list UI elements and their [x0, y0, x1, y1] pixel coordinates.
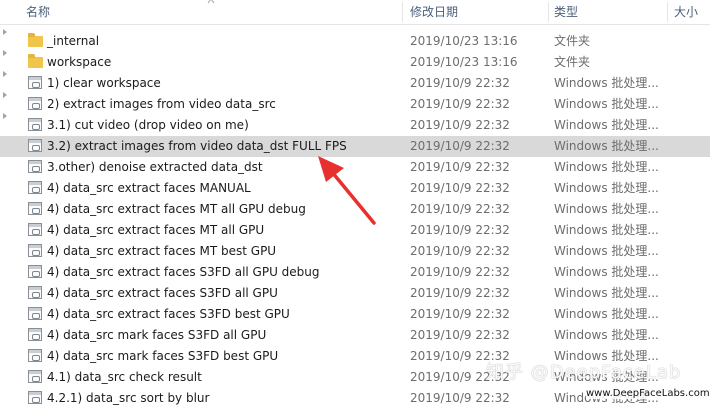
- file-row[interactable]: 4) data_src mark faces S3FD all GPU 2019/…: [0, 325, 710, 346]
- batch-file-icon: [28, 265, 44, 280]
- batch-file-icon: [28, 97, 44, 112]
- file-row[interactable]: 1) clear workspace 2019/10/9 22:32 Windows…: [0, 73, 710, 94]
- batch-file-icon: [28, 223, 44, 238]
- file-type: Windows 批处理...: [554, 181, 659, 195]
- folder-icon: [28, 54, 44, 70]
- file-type: Windows 批处理...: [554, 307, 659, 321]
- file-name: 4) data_src mark faces S3FD best GPU: [47, 349, 279, 363]
- file-date: 2019/10/9 22:32: [410, 160, 510, 174]
- file-type: Windows 批处理...: [554, 76, 659, 90]
- file-name: _internal: [47, 34, 100, 48]
- file-date: 2019/10/23 13:16: [410, 55, 518, 69]
- file-name: 3.1) cut video (drop video on me): [47, 118, 249, 132]
- file-date: 2019/10/9 22:32: [410, 265, 510, 279]
- watermark-text: 知乎 @DeepFaceLab: [486, 362, 682, 383]
- file-name: 4) data_src extract faces S3FD all GPU d…: [47, 265, 320, 279]
- column-header-bar: 名称 修改日期 类型 大小: [0, 0, 710, 25]
- file-type: Windows 批处理...: [554, 223, 659, 237]
- file-name: 4.1) data_src check result: [47, 370, 202, 384]
- column-header-type[interactable]: 类型: [548, 0, 578, 24]
- file-date: 2019/10/9 22:32: [410, 307, 510, 321]
- batch-file-icon: [28, 286, 44, 301]
- watermark-url: www.DeepFaceLabs.com: [586, 388, 710, 399]
- file-name: 4) data_src extract faces MT all GPU deb…: [47, 202, 306, 216]
- file-name: 4) data_src mark faces S3FD all GPU: [47, 328, 267, 342]
- file-row[interactable]: 4) data_src extract faces S3FD all GPU 20…: [0, 283, 710, 304]
- file-row[interactable]: 4) data_src extract faces MT all GPU deb…: [0, 199, 710, 220]
- column-header-size[interactable]: 大小: [668, 0, 698, 24]
- column-header-date[interactable]: 修改日期: [404, 0, 458, 24]
- file-name: 3.2) extract images from video data_dst …: [47, 139, 347, 153]
- batch-file-icon: [28, 139, 44, 154]
- batch-file-icon: [28, 370, 44, 385]
- batch-file-icon: [28, 349, 44, 364]
- file-row[interactable]: 4) data_src extract faces MANUAL 2019/10/…: [0, 178, 710, 199]
- batch-file-icon: [28, 118, 44, 133]
- column-header-name[interactable]: 名称: [20, 0, 50, 24]
- batch-file-icon: [28, 160, 44, 175]
- folder-icon: [28, 33, 44, 49]
- batch-file-icon: [28, 202, 44, 217]
- file-name: 4) data_src extract faces MANUAL: [47, 181, 251, 195]
- file-name: 4) data_src extract faces MT best GPU: [47, 244, 277, 258]
- file-row[interactable]: 3.other) denoise extracted data_dst 2019/…: [0, 157, 710, 178]
- file-row[interactable]: 3.1) cut video (drop video on me) 2019/10…: [0, 115, 710, 136]
- file-type: Windows 批处理...: [554, 244, 659, 258]
- file-row[interactable]: 4) data_src extract faces S3FD all GPU d…: [0, 262, 710, 283]
- file-date: 2019/10/9 22:32: [410, 97, 510, 111]
- file-type: Windows 批处理...: [554, 118, 659, 132]
- batch-file-icon: [28, 391, 44, 406]
- file-date: 2019/10/9 22:32: [410, 223, 510, 237]
- batch-file-icon: [28, 76, 44, 91]
- file-row[interactable]: workspace 2019/10/23 13:16 文件夹: [0, 52, 710, 73]
- file-date: 2019/10/9 22:32: [410, 139, 510, 153]
- file-date: 2019/10/9 22:32: [410, 181, 510, 195]
- file-row[interactable]: 4) data_src extract faces MT best GPU 201…: [0, 241, 710, 262]
- file-name: 4) data_src extract faces MT all GPU: [47, 223, 265, 237]
- file-name: 3.other) denoise extracted data_dst: [47, 160, 263, 174]
- file-name: 1) clear workspace: [47, 76, 161, 90]
- file-list: _internal 2019/10/23 13:16 文件夹 workspace 201…: [0, 31, 710, 409]
- file-date: 2019/10/9 22:32: [410, 244, 510, 258]
- batch-file-icon: [28, 328, 44, 343]
- batch-file-icon: [28, 244, 44, 259]
- batch-file-icon: [28, 181, 44, 196]
- file-name: 4) data_src extract faces S3FD best GPU: [47, 307, 290, 321]
- file-row[interactable]: _internal 2019/10/23 13:16 文件夹: [0, 31, 710, 52]
- column-divider[interactable]: [402, 2, 403, 22]
- file-date: 2019/10/9 22:32: [410, 202, 510, 216]
- file-type: Windows 批处理...: [554, 328, 659, 342]
- batch-file-icon: [28, 307, 44, 322]
- file-name: 4.2.1) data_src sort by blur: [47, 391, 210, 405]
- file-date: 2019/10/9 22:32: [410, 391, 510, 405]
- file-row[interactable]: 2) extract images from video data_src 201…: [0, 94, 710, 115]
- file-type: Windows 批处理...: [554, 202, 659, 216]
- file-name: workspace: [47, 55, 112, 69]
- file-date: 2019/10/23 13:16: [410, 34, 518, 48]
- file-date: 2019/10/9 22:32: [410, 328, 510, 342]
- sort-up-icon: [207, 0, 215, 4]
- file-date: 2019/10/9 22:32: [410, 118, 510, 132]
- file-type: Windows 批处理...: [554, 160, 659, 174]
- file-type: Windows 批处理...: [554, 139, 659, 153]
- file-type: 文件夹: [554, 55, 591, 69]
- file-date: 2019/10/9 22:32: [410, 76, 510, 90]
- file-type: Windows 批处理...: [554, 265, 659, 279]
- file-name: 4) data_src extract faces S3FD all GPU: [47, 286, 278, 300]
- file-row[interactable]: 4) data_src extract faces S3FD best GPU 2…: [0, 304, 710, 325]
- file-type: 文件夹: [554, 34, 591, 48]
- file-type: Windows 批处理...: [554, 97, 659, 111]
- file-row[interactable]: 4) data_src extract faces MT all GPU 2019…: [0, 220, 710, 241]
- file-type: Windows 批处理...: [554, 286, 659, 300]
- file-name: 2) extract images from video data_src: [47, 97, 276, 111]
- file-row-selected[interactable]: 3.2) extract images from video data_dst …: [0, 136, 710, 157]
- file-date: 2019/10/9 22:32: [410, 286, 510, 300]
